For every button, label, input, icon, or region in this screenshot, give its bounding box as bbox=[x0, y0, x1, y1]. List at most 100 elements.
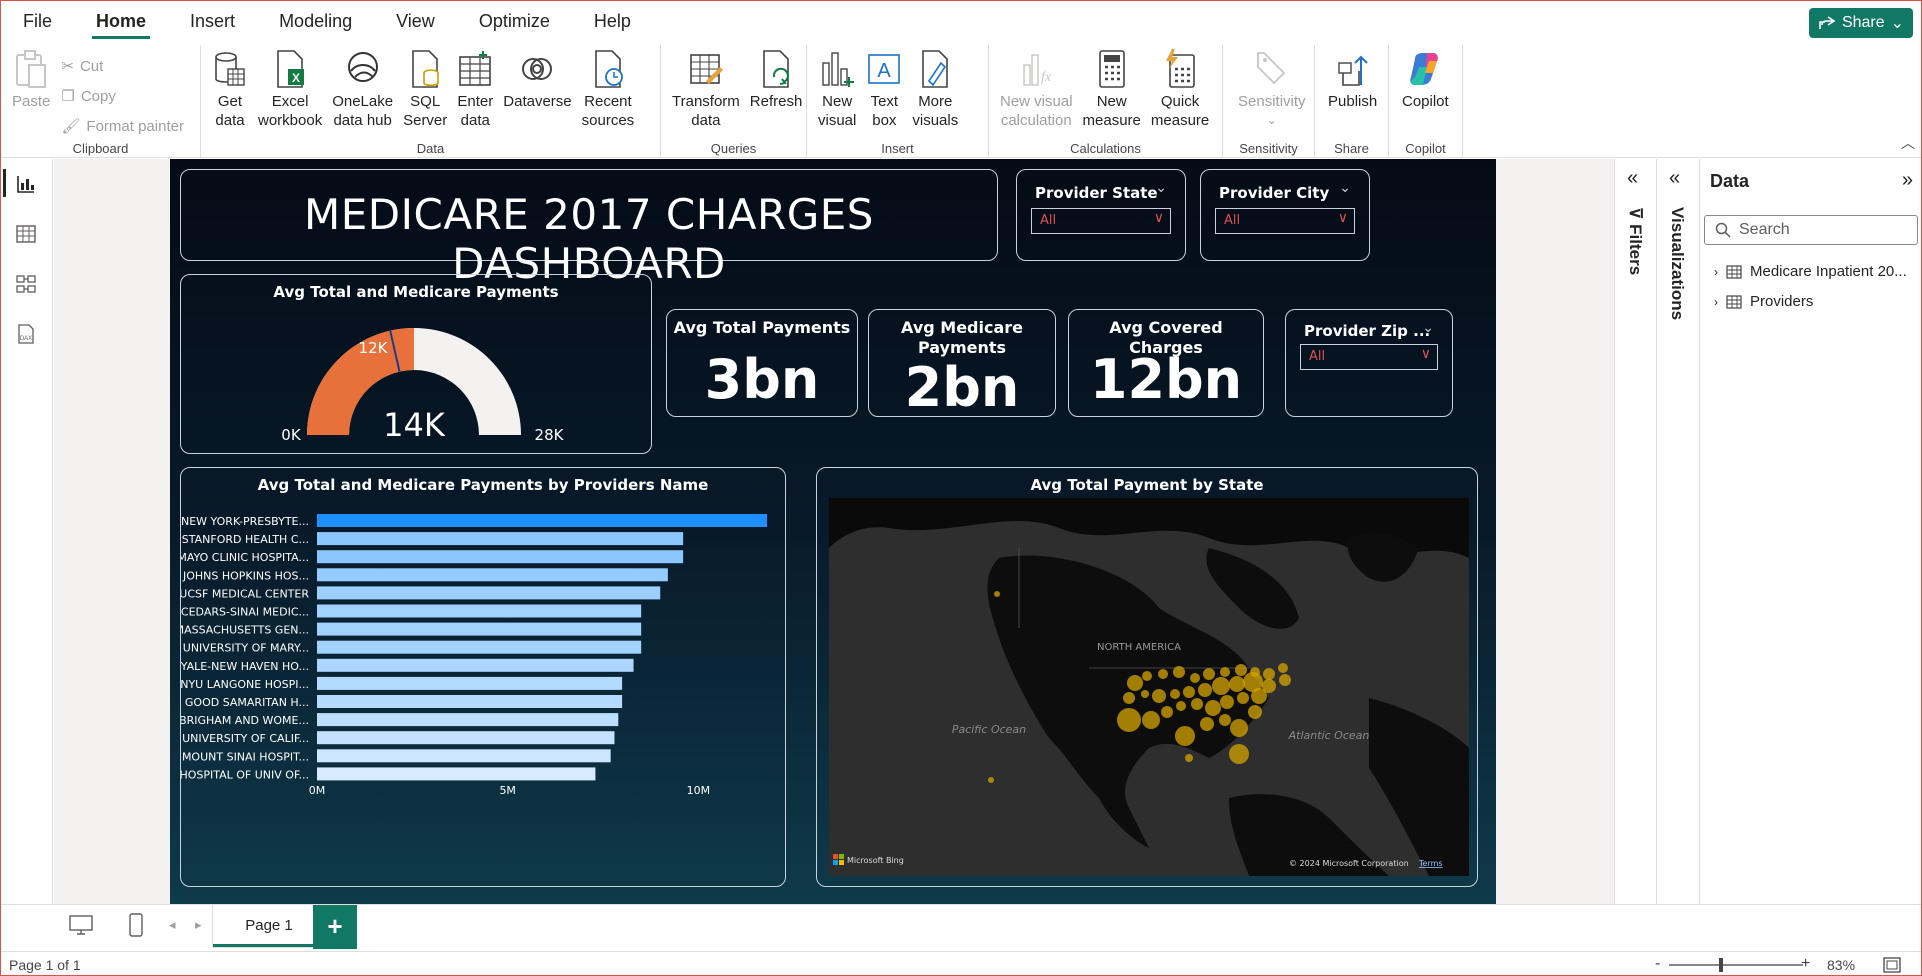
mobile-layout-icon[interactable] bbox=[129, 913, 143, 937]
desktop-layout-icon[interactable] bbox=[69, 915, 93, 935]
map-bubble[interactable] bbox=[1220, 695, 1234, 709]
map-bubble[interactable] bbox=[1123, 692, 1135, 704]
bar[interactable] bbox=[317, 604, 642, 618]
bar[interactable] bbox=[317, 731, 615, 745]
menu-optimize[interactable]: Optimize bbox=[457, 1, 572, 41]
zoom-out-button[interactable]: - bbox=[1655, 955, 1660, 973]
bar[interactable] bbox=[317, 749, 611, 763]
chevron-right-icon[interactable]: › bbox=[1714, 265, 1718, 279]
collapse-ribbon-icon[interactable]: ︿ bbox=[1901, 133, 1915, 153]
add-page-button[interactable]: + bbox=[313, 905, 357, 949]
bar[interactable] bbox=[317, 640, 642, 654]
bar[interactable] bbox=[317, 550, 684, 564]
bar[interactable] bbox=[317, 767, 596, 781]
copy-button[interactable]: ❐ Copy bbox=[61, 83, 184, 109]
zoom-slider-thumb[interactable] bbox=[1719, 958, 1723, 972]
map-bubble[interactable] bbox=[1278, 663, 1288, 673]
expand-visualizations-icon[interactable]: « bbox=[1669, 167, 1680, 190]
map-bubble[interactable] bbox=[1198, 683, 1212, 697]
menu-modeling[interactable]: Modeling bbox=[257, 1, 374, 41]
map-bubble[interactable] bbox=[1235, 664, 1247, 676]
map-bubble[interactable] bbox=[1237, 692, 1249, 704]
bar[interactable] bbox=[317, 568, 668, 582]
bar[interactable] bbox=[317, 695, 623, 708]
next-page-icon[interactable]: ▸ bbox=[195, 917, 202, 933]
model-view-icon[interactable] bbox=[15, 273, 37, 295]
map-bubble[interactable] bbox=[1183, 686, 1195, 698]
chevron-down-icon[interactable]: ⌄ bbox=[1339, 180, 1351, 196]
map-bubble[interactable] bbox=[1219, 714, 1231, 726]
map-bubble[interactable] bbox=[1161, 706, 1173, 718]
map-bubble[interactable] bbox=[1229, 744, 1249, 764]
visualizations-pane[interactable]: « Visualizations bbox=[1656, 159, 1698, 904]
map-bubble[interactable] bbox=[1205, 700, 1221, 716]
map-bubble[interactable] bbox=[1248, 705, 1262, 719]
map-bubble[interactable] bbox=[1212, 677, 1230, 695]
map-bubble[interactable] bbox=[1142, 671, 1152, 681]
menu-help[interactable]: Help bbox=[572, 1, 653, 41]
bar[interactable] bbox=[317, 622, 642, 636]
table-view-icon[interactable] bbox=[15, 223, 37, 245]
menu-file[interactable]: File bbox=[1, 1, 74, 41]
provider-zip-slicer[interactable]: Provider Zip ... ⌄ All ∨ bbox=[1285, 309, 1453, 417]
collapse-data-pane-icon[interactable]: » bbox=[1902, 169, 1913, 192]
bubble-map[interactable]: NORTH AMERICA Pacific Ocean Atlantic Oce… bbox=[829, 498, 1469, 876]
provider-city-slicer[interactable]: Provider City ⌄ All ∨ bbox=[1200, 169, 1370, 261]
provider-state-slicer[interactable]: Provider State ⌄ All ∨ bbox=[1016, 169, 1186, 261]
bar[interactable] bbox=[317, 713, 619, 727]
map-terms-link[interactable]: Terms bbox=[1418, 859, 1443, 868]
map-bubble[interactable] bbox=[1230, 719, 1248, 737]
data-search-input[interactable]: Search bbox=[1704, 215, 1918, 245]
expand-filters-icon[interactable]: « bbox=[1627, 167, 1638, 190]
map-bubble[interactable] bbox=[1176, 701, 1186, 711]
slicer-dropdown[interactable]: All ∨ bbox=[1215, 208, 1355, 234]
zoom-in-button[interactable]: + bbox=[1801, 955, 1810, 973]
chevron-down-icon[interactable]: ⌄ bbox=[1155, 180, 1167, 196]
map-bubble[interactable] bbox=[988, 777, 994, 783]
previous-page-icon[interactable]: ◂ bbox=[169, 917, 176, 933]
fit-to-page-icon[interactable] bbox=[1883, 957, 1901, 973]
map-bubble[interactable] bbox=[1191, 698, 1203, 710]
data-table-item[interactable]: › Medicare Inpatient 20... bbox=[1714, 263, 1907, 280]
bar[interactable] bbox=[317, 676, 623, 690]
format-painter-button[interactable]: 🖌 Format painter bbox=[61, 113, 184, 139]
chevron-right-icon[interactable]: › bbox=[1714, 295, 1718, 309]
zoom-slider[interactable] bbox=[1669, 964, 1803, 966]
bar[interactable] bbox=[317, 586, 661, 600]
slicer-dropdown[interactable]: All ∨ bbox=[1300, 344, 1438, 370]
bar[interactable] bbox=[317, 532, 684, 546]
map-bubble[interactable] bbox=[1279, 674, 1291, 686]
cut-button[interactable]: ✂ Cut bbox=[61, 53, 184, 79]
chevron-down-icon[interactable]: ⌄ bbox=[1422, 320, 1434, 336]
data-table-item[interactable]: › Providers bbox=[1714, 293, 1813, 310]
map-bubble[interactable] bbox=[1200, 717, 1214, 731]
bar[interactable] bbox=[317, 514, 768, 527]
map-bubble[interactable] bbox=[1175, 726, 1195, 746]
map-bubble[interactable] bbox=[1263, 668, 1275, 680]
map-bubble[interactable] bbox=[1141, 690, 1149, 698]
map-bubble[interactable] bbox=[1152, 689, 1166, 703]
share-button[interactable]: Share ⌄ bbox=[1809, 8, 1913, 38]
map-bubble[interactable] bbox=[1127, 675, 1143, 691]
report-view-icon[interactable] bbox=[15, 173, 37, 195]
dax-query-view-icon[interactable]: DAX bbox=[15, 323, 37, 345]
map-bubble[interactable] bbox=[1117, 708, 1141, 732]
map-bubble[interactable] bbox=[1220, 667, 1230, 677]
map-bubble[interactable] bbox=[1142, 711, 1160, 729]
bar[interactable] bbox=[317, 658, 634, 672]
filters-pane[interactable]: « ⊽ Filters bbox=[1614, 159, 1656, 904]
map-bubble[interactable] bbox=[1203, 668, 1215, 680]
map-bubble[interactable] bbox=[1158, 669, 1168, 679]
map-bubble[interactable] bbox=[1173, 666, 1185, 678]
map-bubble[interactable] bbox=[1185, 754, 1193, 762]
menu-view[interactable]: View bbox=[374, 1, 457, 41]
menu-home[interactable]: Home bbox=[74, 1, 168, 41]
map-bubble[interactable] bbox=[1251, 688, 1267, 704]
menu-insert[interactable]: Insert bbox=[168, 1, 257, 41]
map-bubble[interactable] bbox=[994, 591, 1000, 597]
map-bubble[interactable] bbox=[1170, 689, 1180, 699]
map-bubble[interactable] bbox=[1229, 676, 1245, 692]
slicer-dropdown[interactable]: All ∨ bbox=[1031, 208, 1171, 234]
map-bubble[interactable] bbox=[1190, 673, 1200, 683]
page-tab-page-1[interactable]: Page 1 bbox=[213, 905, 325, 947]
